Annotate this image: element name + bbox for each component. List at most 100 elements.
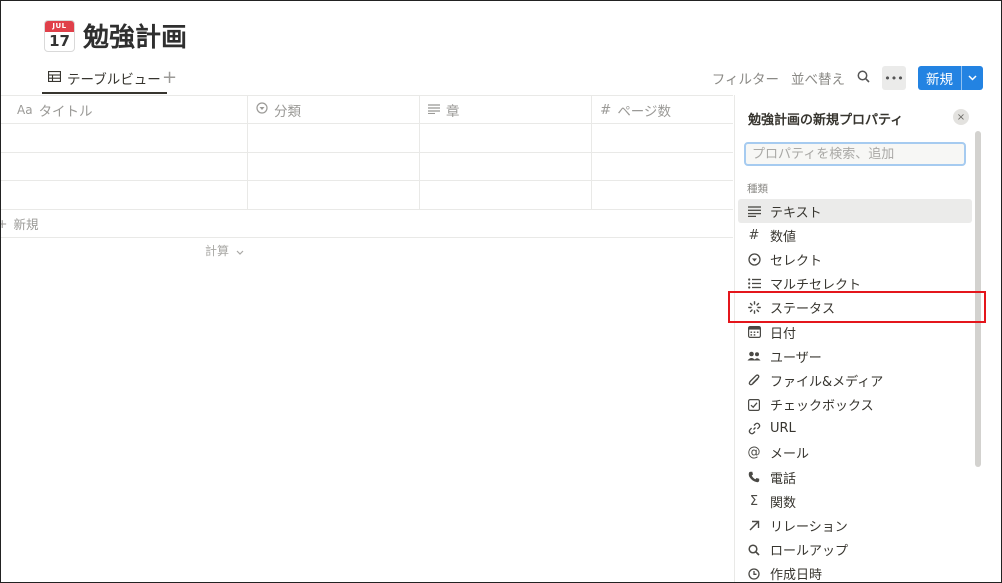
property-type-formula[interactable]: Σ 関数 [738, 489, 972, 513]
column-label: 章 [446, 103, 460, 120]
arrow-up-right-icon [747, 520, 761, 531]
plus-icon: + [1, 216, 7, 231]
table-cell[interactable] [248, 124, 420, 152]
page-header: JUL 17 勉強計画 [44, 17, 187, 54]
date-icon [747, 326, 761, 339]
new-dropdown-button[interactable] [961, 66, 983, 90]
property-type-select[interactable]: セレクト [738, 247, 972, 271]
table-cell[interactable] [1, 152, 248, 180]
number-icon: # [748, 227, 760, 243]
property-type-phone[interactable]: 電話 [738, 465, 972, 489]
paperclip-icon [747, 373, 761, 387]
new-button-group: 新規 [918, 66, 983, 90]
calendar-day: 17 [49, 32, 70, 50]
property-type-label: URL [770, 421, 796, 437]
view-bar: テーブルビュー + フィルター 並べ替え ••• 新規 [1, 64, 1001, 94]
clock-icon [747, 568, 761, 580]
text-icon [428, 102, 440, 118]
table-cell[interactable] [420, 181, 592, 209]
more-button[interactable]: ••• [882, 66, 906, 90]
property-type-checkbox[interactable]: チェックボックス [738, 393, 972, 417]
section-label: 種類 [747, 183, 768, 195]
table-icon [47, 70, 62, 86]
text-icon [747, 205, 761, 217]
property-type-label: 関数 [770, 495, 797, 511]
select-icon [256, 101, 268, 118]
table-cell[interactable] [1, 181, 248, 209]
property-type-label: ロールアップ [770, 544, 849, 560]
table-cell[interactable] [420, 152, 592, 180]
property-type-label: メール [770, 447, 810, 463]
property-type-list: テキスト # 数値 セレクト マルチセレクト ステータス 日付 ユーザー ファイ… [738, 199, 972, 583]
number-icon: # [600, 101, 612, 118]
checkbox-icon [747, 398, 761, 411]
status-highlight-box [728, 291, 986, 323]
column-label: タイトル [38, 103, 93, 120]
property-type-label: 電話 [770, 471, 797, 487]
table-cell[interactable] [592, 181, 733, 209]
property-type-files[interactable]: ファイル&メディア [738, 368, 972, 392]
search-icon [747, 544, 761, 556]
property-type-label: ユーザー [770, 350, 822, 366]
sigma-icon: Σ [749, 493, 759, 509]
calculate-label: 計算 [205, 244, 230, 258]
property-type-created-time[interactable]: 作成日時 [738, 562, 972, 583]
new-row-label: 新規 [13, 216, 39, 232]
column-label: ページ数 [617, 103, 672, 120]
search-icon[interactable] [857, 70, 870, 87]
new-button[interactable]: 新規 [918, 66, 961, 90]
table-cell[interactable] [248, 152, 420, 180]
tab-table-view[interactable]: テーブルビュー [42, 64, 167, 94]
property-type-label: セレクト [770, 253, 823, 269]
table-cell[interactable] [420, 124, 592, 152]
table-header: Aa タイトル 分類 章 # ページ数 [1, 95, 733, 124]
at-icon: @ [747, 445, 761, 461]
phone-icon [747, 471, 761, 483]
panel-title: 勉強計画の新規プロパティ [748, 113, 904, 128]
calendar-icon[interactable]: JUL 17 [44, 19, 75, 52]
column-label: 分類 [274, 103, 301, 120]
column-header-pages[interactable]: # ページ数 [592, 96, 733, 123]
table-row[interactable] [1, 152, 733, 181]
table-cell[interactable] [248, 181, 420, 209]
property-type-number[interactable]: # 数値 [738, 223, 972, 247]
property-search-input[interactable] [744, 142, 966, 166]
chevron-down-icon [968, 75, 977, 81]
property-type-label: 日付 [770, 326, 797, 342]
property-type-relation[interactable]: リレーション [738, 513, 972, 537]
add-view-button[interactable]: + [162, 67, 177, 88]
new-row-button[interactable]: + 新規 [1, 210, 733, 238]
column-header-chapter[interactable]: 章 [420, 96, 592, 123]
column-header-title[interactable]: Aa タイトル [1, 96, 248, 123]
calculate-button[interactable]: 計算 [205, 242, 244, 259]
page-title[interactable]: 勉強計画 [83, 17, 187, 54]
link-icon [747, 422, 761, 435]
property-type-label: チェックボックス [770, 399, 874, 415]
text-type-icon: Aa [17, 102, 33, 117]
table-cell[interactable] [592, 124, 733, 152]
tab-label: テーブルビュー [67, 72, 161, 88]
property-type-rollup[interactable]: ロールアップ [738, 538, 972, 562]
calendar-month: JUL [45, 20, 74, 32]
property-type-text[interactable]: テキスト [738, 199, 972, 224]
app-frame: JUL 17 勉強計画 テーブルビュー + フィルター 並べ替え ••• 新規 [0, 0, 1002, 583]
property-type-url[interactable]: URL [738, 417, 972, 441]
property-type-label: 作成日時 [770, 568, 823, 583]
multi-select-icon [747, 278, 761, 289]
table-cell[interactable] [592, 153, 733, 181]
filter-button[interactable]: フィルター [712, 68, 779, 88]
column-header-category[interactable]: 分類 [248, 96, 420, 123]
property-type-email[interactable]: @ メール [738, 441, 972, 465]
database-table: Aa タイトル 分類 章 # ページ数 新規 [1, 95, 733, 238]
table-row[interactable] [1, 124, 733, 153]
table-row[interactable] [1, 181, 733, 210]
sort-button[interactable]: 並べ替え [791, 68, 845, 88]
person-icon [747, 351, 761, 361]
toolbar: フィルター 並べ替え ••• 新規 [712, 64, 983, 92]
property-type-date[interactable]: 日付 [738, 320, 972, 344]
property-type-person[interactable]: ユーザー [738, 344, 972, 368]
table-cell[interactable] [1, 124, 248, 152]
close-icon[interactable]: × [953, 109, 969, 125]
property-type-label: ファイル&メディア [770, 374, 884, 390]
new-property-panel: 勉強計画の新規プロパティ × 種類 テキスト # 数値 セレクト マルチセレクト [734, 95, 1001, 583]
